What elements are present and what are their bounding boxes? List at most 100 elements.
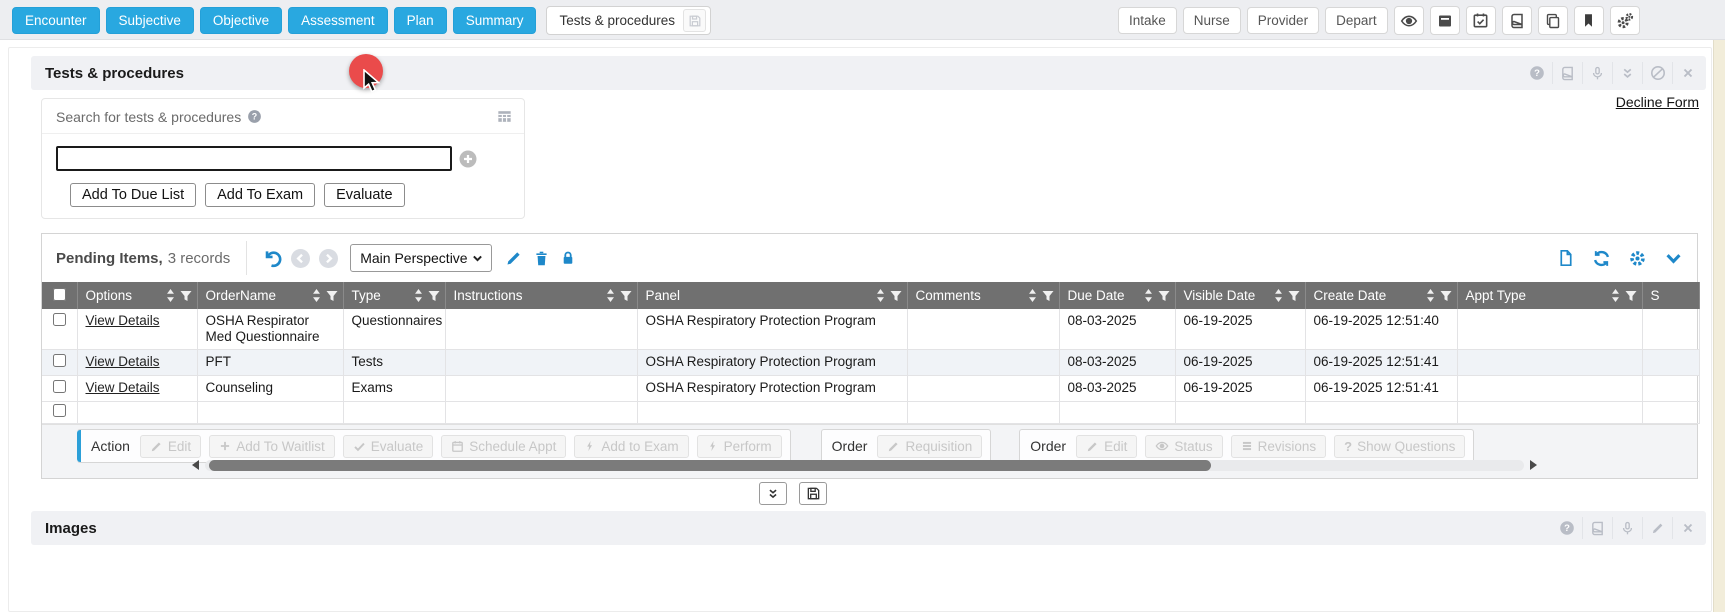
col-options[interactable]: Options <box>86 288 133 303</box>
scroll-right-icon[interactable] <box>1530 460 1537 470</box>
add-to-exam-button[interactable]: Add To Exam <box>205 183 315 207</box>
sort-icon[interactable] <box>1274 289 1283 302</box>
row-checkbox[interactable] <box>53 354 66 367</box>
edit-button[interactable]: Edit <box>140 435 201 458</box>
sort-icon[interactable] <box>1028 289 1037 302</box>
col-comments[interactable]: Comments <box>916 288 981 303</box>
scrollbar-thumb[interactable] <box>209 460 1211 471</box>
book-icon[interactable] <box>1502 6 1532 35</box>
trash-icon[interactable] <box>533 250 550 267</box>
evaluate-button[interactable]: Evaluate <box>324 183 404 207</box>
add-to-exam-button[interactable]: Add to Exam <box>574 435 688 458</box>
nurse-button[interactable]: Nurse <box>1183 7 1241 34</box>
row-checkbox[interactable] <box>53 313 66 326</box>
add-to-waitlist-button[interactable]: Add To Waitlist <box>209 435 335 458</box>
mic-icon[interactable] <box>1612 517 1642 539</box>
filter-icon[interactable] <box>180 290 192 302</box>
filter-icon[interactable] <box>1625 290 1637 302</box>
filter-icon[interactable] <box>1042 290 1054 302</box>
sort-icon[interactable] <box>1144 289 1153 302</box>
table-row[interactable]: View Details OSHA Respirator Med Questio… <box>42 309 1699 350</box>
decline-form-link[interactable]: Decline Form <box>1616 94 1699 110</box>
perspective-select[interactable]: Main Perspective <box>350 244 492 272</box>
grid-view-icon[interactable] <box>495 108 514 125</box>
collapse-icon[interactable] <box>1612 62 1642 84</box>
gears-icon[interactable] <box>1610 6 1640 35</box>
refresh-icon[interactable] <box>1592 249 1611 268</box>
eye-icon[interactable] <box>1394 6 1424 35</box>
next-icon[interactable] <box>319 249 338 268</box>
evaluate-button[interactable]: Evaluate <box>343 435 434 458</box>
save-icon[interactable] <box>799 482 827 505</box>
col-create-date[interactable]: Create Date <box>1314 288 1387 303</box>
filter-icon[interactable] <box>1158 290 1170 302</box>
col-due-date[interactable]: Due Date <box>1068 288 1125 303</box>
gear-icon[interactable] <box>1628 249 1647 268</box>
mic-icon[interactable] <box>1582 62 1612 84</box>
sort-icon[interactable] <box>414 289 423 302</box>
sort-icon[interactable] <box>1611 289 1620 302</box>
new-document-icon[interactable] <box>1557 249 1575 267</box>
lock-icon[interactable] <box>560 250 576 266</box>
nav-encounter-button[interactable]: Encounter <box>12 7 100 34</box>
view-details-link[interactable]: View Details <box>86 354 160 369</box>
undo-icon[interactable] <box>261 248 282 269</box>
sort-icon[interactable] <box>876 289 885 302</box>
sort-icon[interactable] <box>606 289 615 302</box>
sort-icon[interactable] <box>312 289 321 302</box>
close-icon[interactable] <box>1672 517 1702 539</box>
col-type[interactable]: Type <box>352 288 381 303</box>
nav-plan-button[interactable]: Plan <box>394 7 447 34</box>
order-edit-button[interactable]: Edit <box>1076 435 1137 458</box>
requisition-button[interactable]: Requisition <box>877 435 982 458</box>
col-panel[interactable]: Panel <box>646 288 681 303</box>
new-row-checkbox[interactable] <box>53 404 66 417</box>
col-ordername[interactable]: OrderName <box>206 288 277 303</box>
collapse-icon[interactable] <box>759 482 787 505</box>
scroll-left-icon[interactable] <box>192 460 199 470</box>
tab-tests-procedures[interactable]: Tests & procedures <box>546 6 711 35</box>
nav-objective-button[interactable]: Objective <box>200 7 282 34</box>
schedule-appt-button[interactable]: Schedule Appt <box>441 435 566 458</box>
intake-button[interactable]: Intake <box>1118 7 1177 34</box>
help-icon[interactable]: ? <box>1522 62 1552 84</box>
show-questions-button[interactable]: Show Questions <box>1334 435 1465 458</box>
close-icon[interactable] <box>1672 62 1702 84</box>
view-details-link[interactable]: View Details <box>86 380 160 395</box>
bookmark-icon[interactable] <box>1574 6 1604 35</box>
filter-icon[interactable] <box>1440 290 1452 302</box>
add-to-due-list-button[interactable]: Add To Due List <box>70 183 196 207</box>
view-details-link[interactable]: View Details <box>86 313 160 328</box>
depart-button[interactable]: Depart <box>1325 7 1388 34</box>
col-truncated[interactable]: S <box>1651 288 1660 303</box>
perform-button[interactable]: Perform <box>697 435 782 458</box>
nav-summary-button[interactable]: Summary <box>453 7 537 34</box>
book-icon[interactable] <box>1552 62 1582 84</box>
calendar-check-icon[interactable] <box>1466 6 1496 35</box>
pencil-icon[interactable] <box>1642 517 1672 539</box>
provider-button[interactable]: Provider <box>1247 7 1319 34</box>
filter-icon[interactable] <box>620 290 632 302</box>
table-row[interactable]: View Details Counseling Exams OSHA Respi… <box>42 376 1699 402</box>
sort-icon[interactable] <box>166 289 175 302</box>
scrollbar-track[interactable] <box>205 460 1524 471</box>
horizontal-scrollbar[interactable] <box>192 458 1537 472</box>
prev-icon[interactable] <box>291 249 310 268</box>
ban-icon[interactable] <box>1642 62 1672 84</box>
filter-icon[interactable] <box>326 290 338 302</box>
select-all-checkbox[interactable] <box>53 288 66 301</box>
save-icon[interactable] <box>683 9 706 32</box>
help-icon[interactable]: ? <box>247 109 262 124</box>
sort-icon[interactable] <box>1426 289 1435 302</box>
col-instructions[interactable]: Instructions <box>454 288 523 303</box>
table-row[interactable]: View Details PFT Tests OSHA Respiratory … <box>42 350 1699 376</box>
row-checkbox[interactable] <box>53 380 66 393</box>
search-input[interactable] <box>56 146 452 171</box>
copy-icon[interactable] <box>1538 6 1568 35</box>
help-icon[interactable]: ? <box>1552 517 1582 539</box>
filter-icon[interactable] <box>890 290 902 302</box>
nav-subjective-button[interactable]: Subjective <box>106 7 194 34</box>
book-icon[interactable] <box>1582 517 1612 539</box>
filter-icon[interactable] <box>428 290 440 302</box>
col-visible-date[interactable]: Visible Date <box>1184 288 1256 303</box>
